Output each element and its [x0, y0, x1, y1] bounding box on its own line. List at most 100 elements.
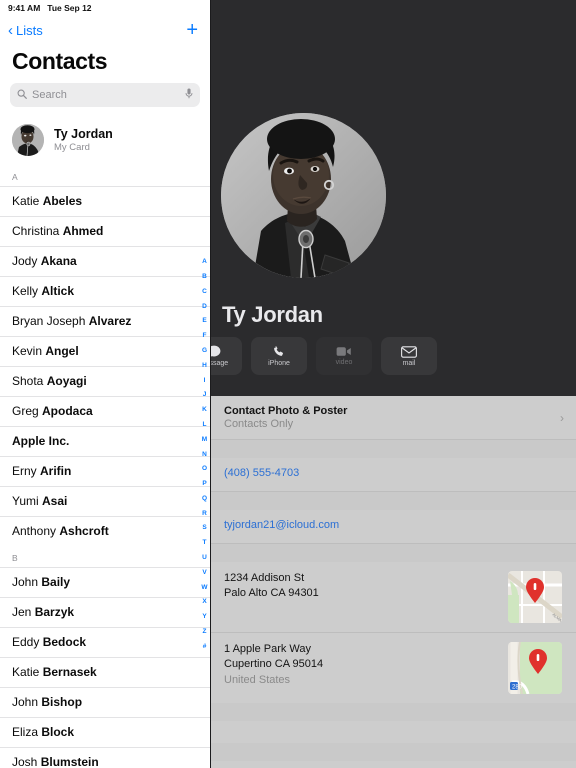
contact-list-item[interactable]: Greg Apodaca: [0, 396, 210, 426]
contact-photo[interactable]: [221, 113, 386, 278]
index-letter-o[interactable]: O: [202, 462, 207, 477]
contact-list-item[interactable]: John Bishop: [0, 687, 210, 717]
extra-row[interactable]: [210, 761, 576, 768]
contact-first-name: Bryan Joseph: [12, 314, 89, 328]
video-camera-icon: [336, 346, 352, 357]
index-letter-f[interactable]: F: [203, 329, 207, 344]
video-action-button[interactable]: video: [316, 337, 372, 375]
contact-list-item[interactable]: Christina Ahmed: [0, 216, 210, 246]
contact-list-item[interactable]: Shota Aoyagi: [0, 366, 210, 396]
index-letter-b[interactable]: B: [202, 270, 207, 285]
contact-last-name: Bernasek: [42, 665, 97, 679]
index-letter-hash[interactable]: #: [203, 640, 207, 655]
phone-action-button[interactable]: iPhone: [251, 337, 307, 375]
index-letter-g[interactable]: G: [202, 344, 207, 359]
phone-icon: [273, 345, 285, 358]
contact-list-item[interactable]: Jen Barzyk: [0, 597, 210, 627]
map-thumbnail[interactable]: 280: [508, 642, 562, 694]
index-letter-r[interactable]: R: [202, 507, 207, 522]
add-contact-button[interactable]: +: [186, 20, 198, 40]
contact-list-item[interactable]: Katie Bernasek: [0, 657, 210, 687]
address-row[interactable]: 1234 Addison St Palo Alto CA 94301 ALMA: [210, 562, 576, 633]
index-letter-c[interactable]: C: [202, 285, 207, 300]
address-line1: 1 Apple Park Way: [224, 643, 312, 655]
contact-list-item[interactable]: Bryan Joseph Alvarez: [0, 306, 210, 336]
contact-hero: Ty Jordan message iPhone video mail: [186, 0, 576, 396]
contact-last-name: Blumstein: [40, 755, 99, 768]
ipad-screen: 100% Edit: [0, 0, 576, 768]
index-letter-a[interactable]: A: [202, 255, 207, 270]
back-to-lists-button[interactable]: ‹ Lists: [8, 23, 43, 38]
contact-photo-poster-row[interactable]: Contact Photo & Poster Contacts Only ›: [210, 396, 576, 440]
contact-detail-body: Contact Photo & Poster Contacts Only › (…: [210, 396, 576, 768]
contact-last-name: Akana: [40, 254, 77, 268]
contact-list-item[interactable]: Jody Akana: [0, 246, 210, 276]
address-row[interactable]: 1 Apple Park Way Cupertino CA 95014 Unit…: [210, 633, 576, 703]
contact-last-name: Altick: [41, 284, 75, 298]
contact-list-item[interactable]: Katie Abeles: [0, 186, 210, 216]
index-letter-w[interactable]: W: [201, 581, 207, 596]
search-bar[interactable]: [10, 83, 200, 107]
index-letter-y[interactable]: Y: [202, 610, 206, 625]
search-input[interactable]: [32, 89, 180, 101]
contact-list-item[interactable]: Yumi Asai: [0, 486, 210, 516]
index-letter-d[interactable]: D: [202, 299, 207, 314]
address-text: 1 Apple Park Way Cupertino CA 95014 Unit…: [224, 642, 323, 688]
index-letter-s[interactable]: S: [202, 521, 206, 536]
email-row[interactable]: tyjordan21@icloud.com: [210, 510, 576, 544]
index-letter-t[interactable]: T: [203, 536, 207, 551]
index-letter-e[interactable]: E: [202, 314, 206, 329]
map-thumbnail[interactable]: ALMA: [508, 571, 562, 623]
address-line1: 1234 Addison St: [224, 572, 305, 584]
back-to-lists-label: Lists: [16, 22, 43, 38]
contact-first-name: Yumi: [12, 494, 43, 508]
contact-last-name: Baily: [41, 575, 71, 589]
contact-first-name: John: [12, 575, 42, 589]
index-letter-l[interactable]: L: [203, 418, 207, 433]
my-card-row[interactable]: Ty Jordan My Card: [0, 117, 210, 165]
index-letter-m[interactable]: M: [202, 433, 207, 448]
contact-last-name: Aoyagi: [46, 374, 87, 388]
index-letter-z[interactable]: Z: [203, 625, 207, 640]
index-letter-k[interactable]: K: [202, 403, 207, 418]
phone-row[interactable]: (408) 555-4703: [210, 458, 576, 492]
contact-list-item[interactable]: Kevin Angel: [0, 336, 210, 366]
notes-row[interactable]: [210, 721, 576, 743]
email-card: tyjordan21@icloud.com: [210, 510, 576, 544]
status-time: 9:41 AM: [8, 3, 41, 13]
detail-contact-name: Ty Jordan: [222, 302, 323, 327]
index-letter-p[interactable]: P: [202, 477, 206, 492]
email-value: tyjordan21@icloud.com: [224, 519, 340, 531]
contact-first-name: Kevin: [12, 344, 46, 358]
mail-action-button[interactable]: mail: [381, 337, 437, 375]
index-letter-q[interactable]: Q: [202, 492, 207, 507]
index-letter-u[interactable]: U: [202, 551, 207, 566]
contact-list-item[interactable]: John Baily: [0, 567, 210, 597]
contact-list-item[interactable]: Kelly Altick: [0, 276, 210, 306]
contact-list-item[interactable]: Eddy Bedock: [0, 627, 210, 657]
contact-first-name: Kelly: [12, 284, 42, 298]
index-letter-n[interactable]: N: [202, 447, 207, 462]
contact-first-name: John: [12, 695, 42, 709]
index-letter-h[interactable]: H: [202, 359, 207, 374]
svg-text:280: 280: [512, 685, 523, 691]
search-icon: [17, 89, 27, 102]
contact-first-name: Josh: [12, 755, 41, 768]
index-letter-v[interactable]: V: [202, 566, 206, 581]
contact-list-item[interactable]: Eliza Block: [0, 717, 210, 747]
contact-list-item[interactable]: Erny Arifin: [0, 456, 210, 486]
alphabet-index-strip[interactable]: A B C D E F G H I J K L M N O P Q R S T U V W X Y Z #: [200, 255, 209, 655]
contact-first-name: Eliza: [12, 725, 42, 739]
index-letter-i[interactable]: I: [204, 373, 206, 388]
index-letter-j[interactable]: J: [203, 388, 207, 403]
contact-list-item[interactable]: Apple Inc.: [0, 426, 210, 456]
index-letter-x[interactable]: X: [202, 595, 206, 610]
contact-last-name: Alvarez: [88, 314, 132, 328]
contact-list-item[interactable]: Anthony Ashcroft: [0, 516, 210, 546]
contact-last-name: Barzyk: [34, 605, 75, 619]
microphone-icon[interactable]: [185, 88, 193, 102]
contact-list-item[interactable]: Josh Blumstein: [0, 747, 210, 768]
